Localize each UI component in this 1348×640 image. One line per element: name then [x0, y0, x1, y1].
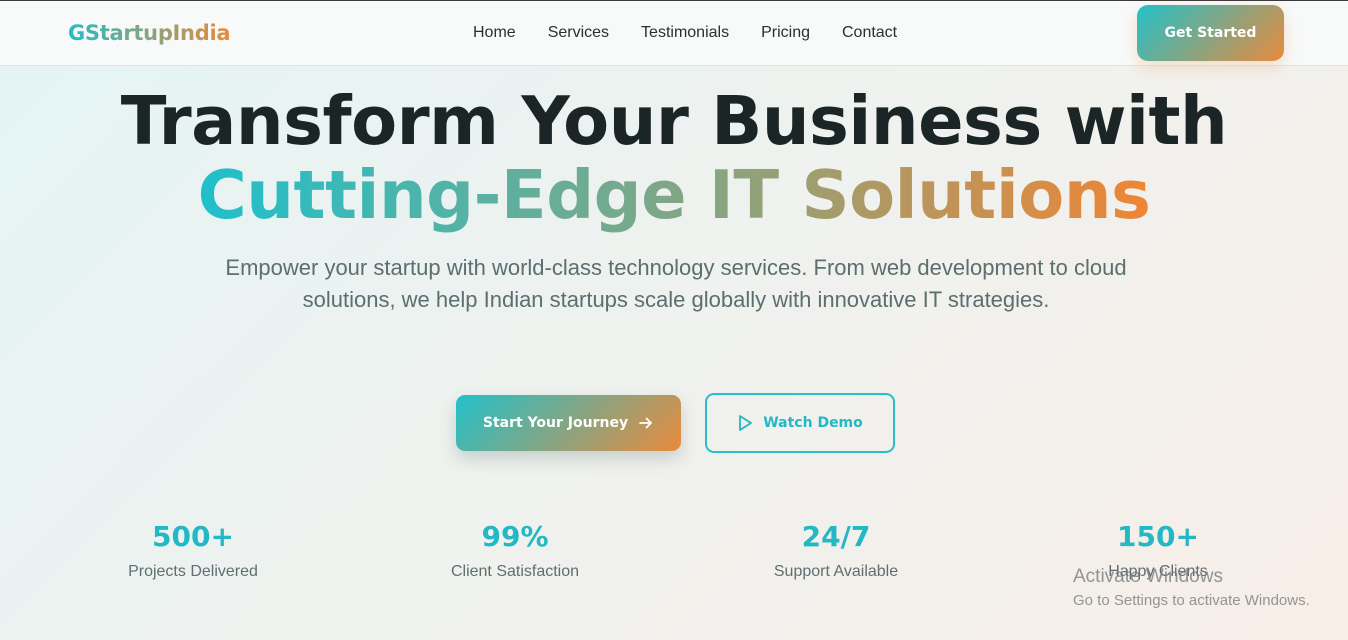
nav-home[interactable]: Home	[473, 24, 516, 42]
nav-contact[interactable]: Contact	[842, 24, 897, 42]
stat-projects: 500+ Projects Delivered	[73, 518, 313, 581]
watch-demo-button[interactable]: Watch Demo	[705, 393, 895, 453]
get-started-button[interactable]: Get Started	[1137, 5, 1284, 61]
nav-testimonials[interactable]: Testimonials	[641, 24, 729, 42]
stat-label: Client Satisfaction	[450, 563, 580, 580]
stat-value: 24/7	[801, 520, 871, 553]
stat-support: 24/7 Support Available	[716, 518, 956, 581]
watch-demo-label: Watch Demo	[763, 415, 863, 431]
site-header: GStartupIndia Home Services Testimonials…	[0, 1, 1348, 66]
stat-label: Support Available	[773, 563, 899, 580]
stat-value: 500+	[152, 520, 234, 553]
hero-subtitle: Empower your startup with world-class te…	[225, 255, 1127, 312]
start-journey-label: Start Your Journey	[482, 415, 629, 431]
hero-title: Transform Your Business with	[120, 82, 1228, 160]
watermark-title: Activate Windows	[1073, 566, 1223, 587]
hero-title-highlight-text: Cutting-Edge IT Solutions	[197, 156, 1151, 234]
nav-pricing[interactable]: Pricing	[761, 24, 810, 42]
activate-windows-watermark: Activate Windows Go to Settings to activ…	[1073, 566, 1310, 609]
nav-services[interactable]: Services	[548, 24, 609, 42]
brand-logo[interactable]: GStartupIndia	[68, 21, 231, 45]
hero-title-highlight: Cutting-Edge IT Solutions	[0, 156, 1348, 234]
start-journey-button[interactable]: Start Your Journey	[456, 395, 681, 451]
watermark-subtitle: Go to Settings to activate Windows.	[1073, 592, 1310, 609]
stat-value: 150+	[1117, 520, 1199, 553]
stat-label: Projects Delivered	[128, 563, 258, 580]
main-nav: Home Services Testimonials Pricing Conta…	[473, 24, 897, 42]
arrow-right-icon	[638, 415, 654, 431]
stat-satisfaction: 99% Client Satisfaction	[395, 518, 635, 581]
stat-value: 99%	[481, 520, 549, 553]
play-icon	[737, 414, 753, 432]
